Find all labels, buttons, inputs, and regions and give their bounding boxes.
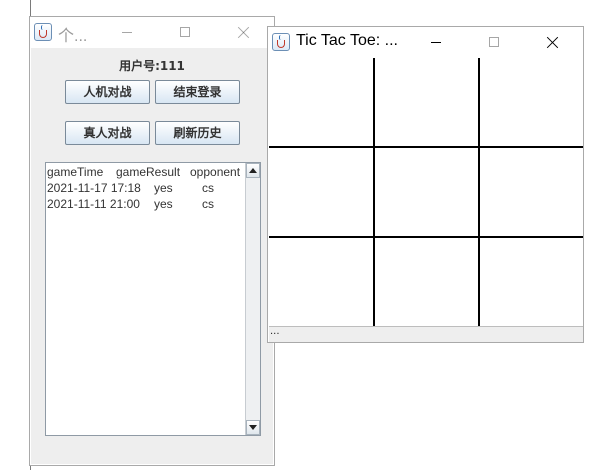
history-header-gameresult: gameResult [116,165,181,179]
board-cell-1-0[interactable] [269,148,373,236]
board-cell-0-0[interactable] [269,58,373,146]
history-row: 2021-11-11 21:00 yes cs [47,196,245,212]
minimize-icon [431,42,441,43]
minimize-icon [122,32,132,33]
board-cell-0-2[interactable] [480,58,583,146]
logout-button[interactable]: 结束登录 [155,80,240,104]
java-app-icon [34,23,52,41]
grid-line-vertical [478,58,480,326]
user-window-title: 个... [58,28,88,45]
close-button[interactable] [529,27,575,58]
board-cell-2-2[interactable] [480,238,583,326]
history-header-row: gameTime gameResult opponent [47,164,245,180]
history-cell-time: 2021-11-11 21:00 [47,197,140,211]
history-textarea[interactable]: gameTime gameResult opponent 2021-11-17 … [45,162,261,436]
grid-line-vertical [373,58,375,326]
history-scrollbar[interactable] [245,163,260,435]
history-header-gametime: gameTime [47,165,104,179]
board-cell-2-0[interactable] [269,238,373,326]
user-id-label: 用户号:111 [119,59,185,73]
status-label: ... [269,326,583,342]
game-board [269,58,583,326]
maximize-icon [180,27,190,37]
history-cell-result: yes [154,197,173,211]
tictactoe-window-titlebar[interactable]: Tic Tac Toe: ... [268,27,583,58]
vs-computer-button[interactable]: 人机对战 [65,80,150,104]
history-row: 2021-11-17 17:18 yes cs [47,180,245,196]
close-icon [237,26,250,39]
board-cell-1-1[interactable] [375,148,478,236]
minimize-button[interactable] [413,27,459,58]
history-content: gameTime gameResult opponent 2021-11-17 … [47,164,245,212]
minimize-button[interactable] [104,17,150,48]
java-app-icon [272,33,290,51]
close-icon [546,36,559,49]
history-cell-result: yes [154,181,173,195]
user-window-content: 用户号:111 人机对战 结束登录 真人对战 刷新历史 gameTime gam… [31,48,273,464]
refresh-history-button[interactable]: 刷新历史 [155,121,240,145]
tictactoe-window-title: Tic Tac Toe: ... [296,32,398,49]
scroll-down-button[interactable] [246,420,260,435]
history-header-opponent: opponent [190,165,241,179]
board-cell-2-1[interactable] [375,238,478,326]
tictactoe-window: Tic Tac Toe: ... ... [267,26,584,343]
history-cell-opponent: cs [202,181,214,195]
vs-human-button[interactable]: 真人对战 [65,121,150,145]
grid-line-horizontal [269,146,583,148]
board-cell-1-2[interactable] [480,148,583,236]
arrow-down-icon [249,425,257,430]
maximize-button[interactable] [471,27,517,58]
history-cell-time: 2021-11-17 17:18 [47,181,141,195]
close-button[interactable] [220,17,266,48]
user-window: 个... 用户号:111 人机对战 结束登录 真人对战 刷新历史 gameTim… [29,16,275,466]
maximize-button[interactable] [162,17,208,48]
user-window-titlebar[interactable]: 个... [30,17,274,48]
maximize-icon [489,37,499,47]
history-cell-opponent: cs [202,197,214,211]
grid-line-horizontal [269,236,583,238]
board-cell-0-1[interactable] [375,58,478,146]
arrow-up-icon [249,168,257,173]
scroll-up-button[interactable] [246,163,260,178]
